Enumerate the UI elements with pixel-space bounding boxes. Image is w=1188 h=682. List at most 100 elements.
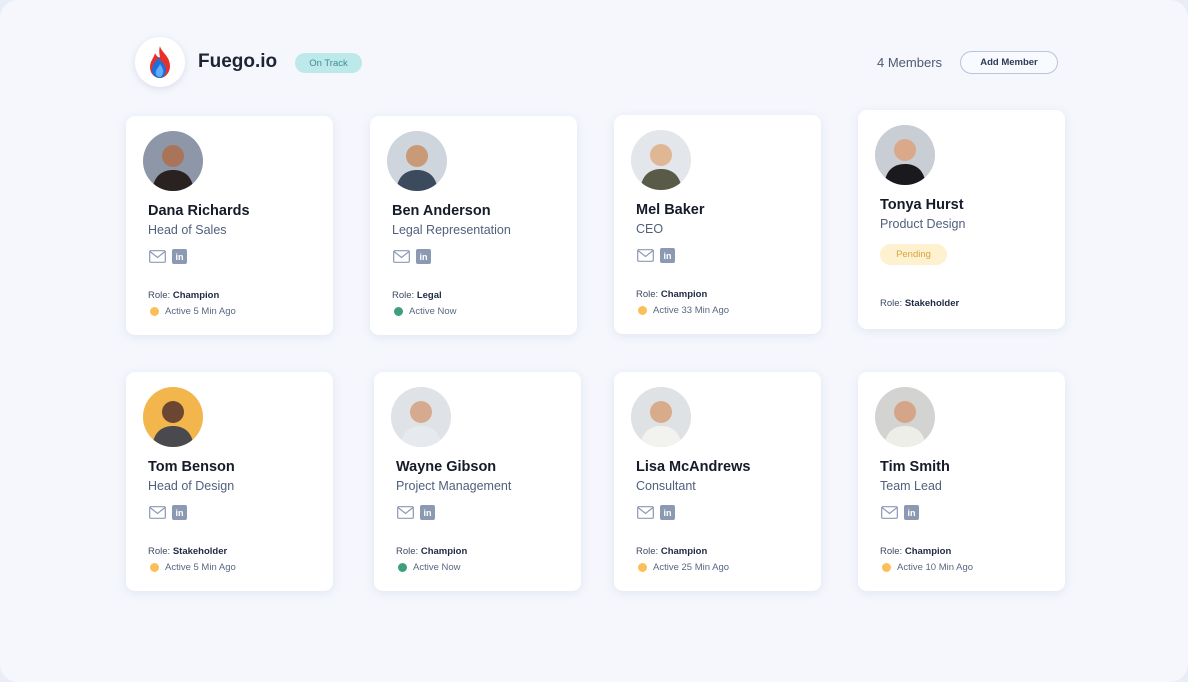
member-role: Role: Stakeholder [148, 546, 227, 557]
activity-text: Active 25 Min Ago [653, 562, 730, 573]
role-value: Stakeholder [904, 298, 960, 309]
role-value: Champion [660, 546, 708, 557]
mail-icon[interactable] [637, 506, 654, 519]
member-title: Consultant [636, 479, 696, 493]
activity-text: Active 33 Min Ago [653, 305, 730, 316]
activity-status: Active 33 Min Ago [638, 305, 729, 316]
member-card[interactable]: Wayne Gibson Project Management in Role:… [374, 372, 581, 591]
mail-icon[interactable] [881, 506, 898, 519]
role-value: Legal [416, 290, 442, 301]
member-name[interactable]: Lisa McAndrews [636, 459, 750, 475]
status-dot [398, 563, 407, 572]
activity-status: Active 5 Min Ago [150, 306, 236, 317]
linkedin-icon[interactable]: in [172, 249, 187, 264]
contact-icons: in [637, 505, 675, 520]
member-title: Head of Design [148, 479, 235, 493]
role-label: Role: [392, 290, 417, 301]
member-role: Role: Stakeholder [880, 298, 959, 309]
linkedin-icon[interactable]: in [420, 505, 435, 520]
member-role: Role: Champion [880, 546, 951, 557]
contact-icons: in [637, 248, 675, 263]
person-avatar-icon [387, 131, 447, 191]
member-name[interactable]: Mel Baker [636, 202, 705, 218]
member-title: Legal Representation [392, 223, 511, 237]
member-title: Product Design [880, 217, 966, 231]
activity-status: Active 25 Min Ago [638, 562, 729, 573]
status-dot [150, 563, 159, 572]
member-title: Head of Sales [148, 223, 227, 237]
avatar [875, 387, 935, 447]
avatar [387, 131, 447, 191]
activity-status: Active Now [394, 306, 457, 317]
mail-icon[interactable] [149, 506, 166, 519]
activity-text: Active 5 Min Ago [165, 306, 236, 317]
member-name[interactable]: Tom Benson [148, 459, 235, 475]
member-role: Role: Champion [636, 289, 707, 300]
role-value: Champion [172, 290, 220, 301]
status-dot [150, 307, 159, 316]
activity-text: Active 10 Min Ago [897, 562, 974, 573]
linkedin-icon[interactable]: in [660, 248, 675, 263]
mail-icon[interactable] [393, 250, 410, 263]
contact-icons: in [397, 505, 435, 520]
app-frame: Fuego.io On Track 4 Members Add Member D… [0, 0, 1188, 682]
mail-icon[interactable] [397, 506, 414, 519]
linkedin-icon[interactable]: in [660, 505, 675, 520]
member-name[interactable]: Tonya Hurst [880, 197, 964, 213]
role-value: Stakeholder [172, 546, 228, 557]
person-avatar-icon [143, 131, 203, 191]
role-label: Role: [148, 290, 173, 301]
member-card[interactable]: Tim Smith Team Lead in Role: Champion Act… [858, 372, 1065, 591]
role-label: Role: [880, 298, 905, 309]
member-card[interactable]: Mel Baker CEO in Role: Champion Active 33… [614, 115, 821, 334]
status-badge: On Track [295, 53, 362, 73]
role-label: Role: [636, 289, 661, 300]
avatar [143, 387, 203, 447]
member-name[interactable]: Dana Richards [148, 203, 250, 219]
activity-status: Active 10 Min Ago [882, 562, 973, 573]
member-card[interactable]: Tom Benson Head of Design in Role: Stake… [126, 372, 333, 591]
contact-icons: in [149, 249, 187, 264]
member-card[interactable]: Ben Anderson Legal Representation in Rol… [370, 116, 577, 335]
contact-icons: in [881, 505, 919, 520]
member-name[interactable]: Ben Anderson [392, 203, 491, 219]
mail-icon[interactable] [149, 250, 166, 263]
person-avatar-icon [875, 125, 935, 185]
activity-status: Active Now [398, 562, 461, 573]
avatar [631, 387, 691, 447]
person-avatar-icon [391, 387, 451, 447]
linkedin-icon[interactable]: in [172, 505, 187, 520]
role-value: Champion [420, 546, 468, 557]
member-role: Role: Champion [148, 290, 219, 301]
role-label: Role: [880, 546, 905, 557]
member-title: Project Management [396, 479, 512, 493]
member-card[interactable]: Lisa McAndrews Consultant in Role: Champ… [614, 372, 821, 591]
brand-logo[interactable] [135, 37, 185, 87]
member-title: CEO [636, 222, 664, 236]
person-avatar-icon [631, 130, 691, 190]
role-label: Role: [396, 546, 421, 557]
member-role: Role: Champion [396, 546, 467, 557]
activity-status: Active 5 Min Ago [150, 562, 236, 573]
member-name[interactable]: Wayne Gibson [396, 459, 496, 475]
member-card[interactable]: Tonya Hurst Product Design Pending Role: … [858, 110, 1065, 329]
linkedin-icon[interactable]: in [904, 505, 919, 520]
mail-icon[interactable] [637, 249, 654, 262]
avatar [143, 131, 203, 191]
role-label: Role: [636, 546, 661, 557]
pending-badge: Pending [880, 244, 947, 265]
contact-icons: in [393, 249, 431, 264]
member-title: Team Lead [880, 479, 942, 493]
member-name[interactable]: Tim Smith [880, 459, 950, 475]
person-avatar-icon [143, 387, 203, 447]
role-value: Champion [660, 289, 708, 300]
avatar [875, 125, 935, 185]
person-avatar-icon [875, 387, 935, 447]
linkedin-icon[interactable]: in [416, 249, 431, 264]
status-dot [638, 306, 647, 315]
add-member-button[interactable]: Add Member [960, 51, 1058, 74]
member-role: Role: Legal [392, 290, 442, 301]
member-card[interactable]: Dana Richards Head of Sales in Role: Cha… [126, 116, 333, 335]
person-avatar-icon [631, 387, 691, 447]
activity-text: Active Now [413, 562, 461, 573]
